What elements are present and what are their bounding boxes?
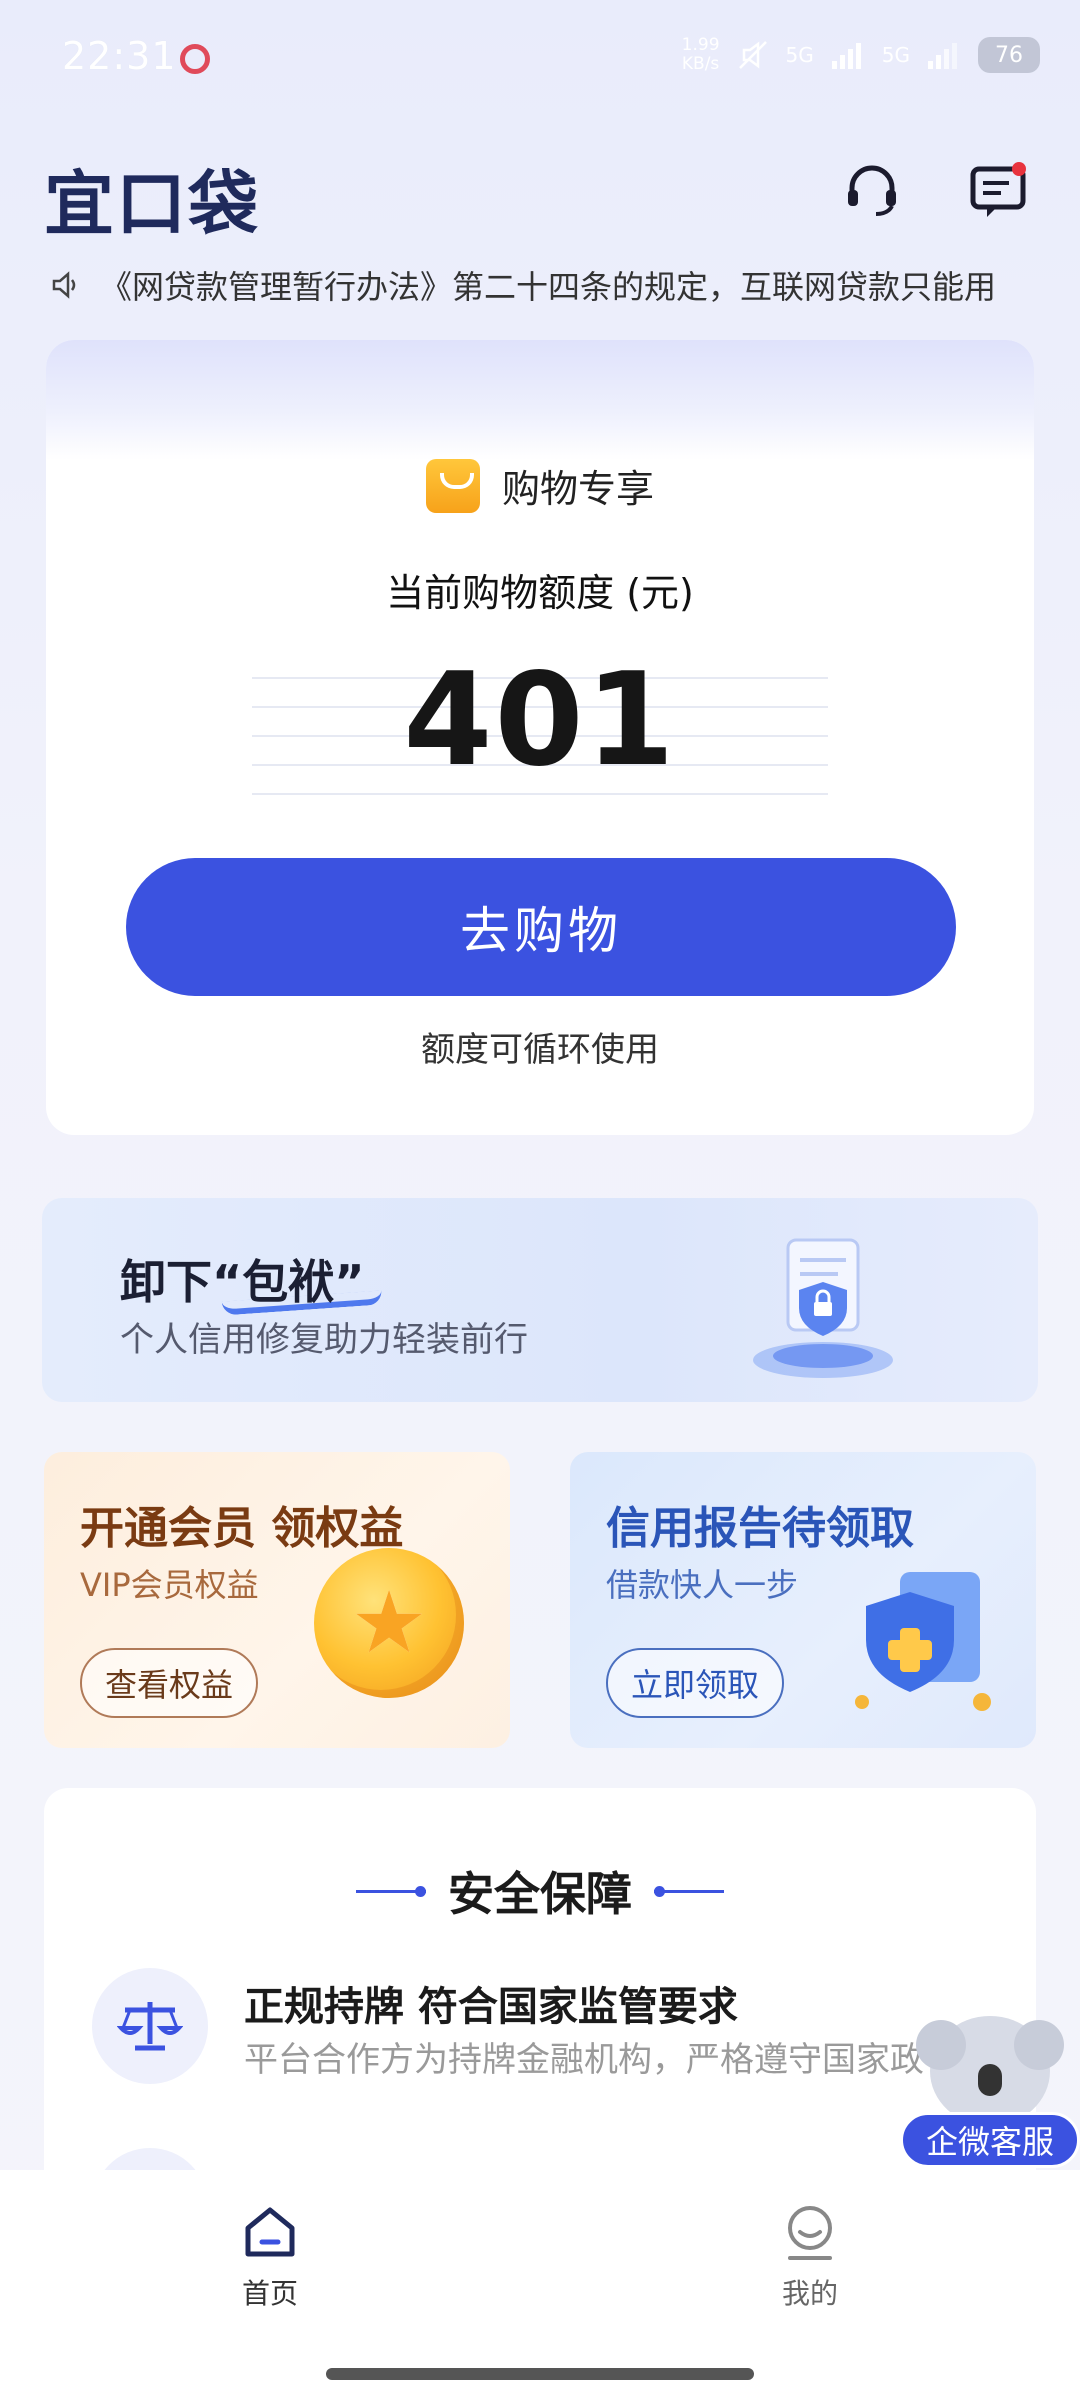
security-title-row: 安全保障 xyxy=(44,1858,1036,1924)
quota-value: 401 xyxy=(403,646,677,795)
claim-now-button[interactable]: 立即领取 xyxy=(606,1648,784,1718)
notification-dot-icon xyxy=(180,44,210,74)
mute-icon xyxy=(738,41,767,69)
star-coin-icon: ★ xyxy=(314,1548,464,1698)
net-speed: 1.99 KB/s xyxy=(681,35,720,74)
notice-text: 《网贷款管理暂行办法》第二十四条的规定，互联网贷款只能用 xyxy=(100,268,997,306)
quota-hint: 额度可循环使用 xyxy=(421,1030,659,1070)
message-icon[interactable] xyxy=(966,158,1030,222)
signal-bars-icon xyxy=(928,43,957,69)
shopping-tag: 购物专享 xyxy=(46,458,1034,513)
vip-promo-title: 开通会员 领权益 xyxy=(80,1503,404,1554)
shopping-bag-icon xyxy=(425,458,480,513)
status-time: 22:31 xyxy=(62,34,177,78)
signal-bars-icon xyxy=(831,43,861,69)
koala-mascot-icon xyxy=(916,2016,1064,2126)
security-item-desc: 平台合作方为持牌金融机构，严格遵守国家政 xyxy=(244,2040,924,2080)
security-title: 安全保障 xyxy=(448,1867,632,1921)
vip-promo-card[interactable]: 开通会员 领权益 VIP会员权益 ★ 查看权益 xyxy=(44,1452,510,1748)
battery-indicator: 76 xyxy=(978,37,1040,73)
customer-service-label: 企微客服 xyxy=(900,2112,1080,2168)
credit-repair-banner[interactable]: 卸下“包袱” 个人信用修复助力轻装前行 xyxy=(42,1198,1038,1402)
banner-subtitle: 个人信用修复助力轻装前行 xyxy=(120,1320,528,1360)
card-tab-header xyxy=(46,340,1034,460)
banner-title: 卸下“包袱” xyxy=(120,1255,365,1309)
speaker-icon xyxy=(52,271,76,299)
secure-document-icon xyxy=(753,1238,893,1378)
balance-scale-icon xyxy=(92,1968,208,2084)
view-benefits-button[interactable]: 查看权益 xyxy=(80,1648,258,1718)
status-indicators: 1.99 KB/s 5G 5G 76 xyxy=(682,36,1040,74)
bottom-navigation: 首页 我的 xyxy=(0,2170,1080,2400)
security-item-title: 正规持牌 符合国家监管要求 xyxy=(244,1984,738,2030)
gesture-home-bar[interactable] xyxy=(326,2368,754,2380)
vip-promo-subtitle: VIP会员权益 xyxy=(80,1566,259,1604)
profile-icon xyxy=(788,2206,832,2260)
nav-item-home[interactable]: 首页 xyxy=(190,2202,350,2312)
signal-2-label: 5G xyxy=(881,43,910,67)
nav-label-home: 首页 xyxy=(241,2277,298,2310)
title-decoration-line xyxy=(356,1885,426,1897)
title-decoration-line xyxy=(654,1885,724,1897)
nav-item-profile[interactable]: 我的 xyxy=(730,2202,890,2312)
nav-label-profile: 我的 xyxy=(781,2277,838,2310)
signal-1-label: 5G xyxy=(785,43,814,67)
shield-plus-icon xyxy=(855,1572,991,1711)
credit-promo-subtitle: 借款快人一步 xyxy=(606,1566,799,1604)
wecom-customer-service-button[interactable]: 企微客服 xyxy=(900,2016,1080,2168)
credit-report-promo-card[interactable]: 信用报告待领取 借款快人一步 立即领取 xyxy=(570,1452,1036,1748)
credit-promo-title: 信用报告待领取 xyxy=(606,1503,914,1554)
shopping-tag-label: 购物专享 xyxy=(501,467,654,511)
shopping-quota-card: 购物专享 当前购物额度 (元) 401 去购物 额度可循环使用 xyxy=(46,340,1034,1135)
go-shopping-button[interactable]: 去购物 xyxy=(126,858,956,996)
app-logo: 宜口袋 xyxy=(44,163,260,245)
notice-bar[interactable]: 《网贷款管理暂行办法》第二十四条的规定，互联网贷款只能用 xyxy=(50,260,1030,310)
home-icon xyxy=(245,2207,295,2257)
headset-icon[interactable] xyxy=(840,158,904,222)
quota-label: 当前购物额度 (元) xyxy=(386,571,694,615)
